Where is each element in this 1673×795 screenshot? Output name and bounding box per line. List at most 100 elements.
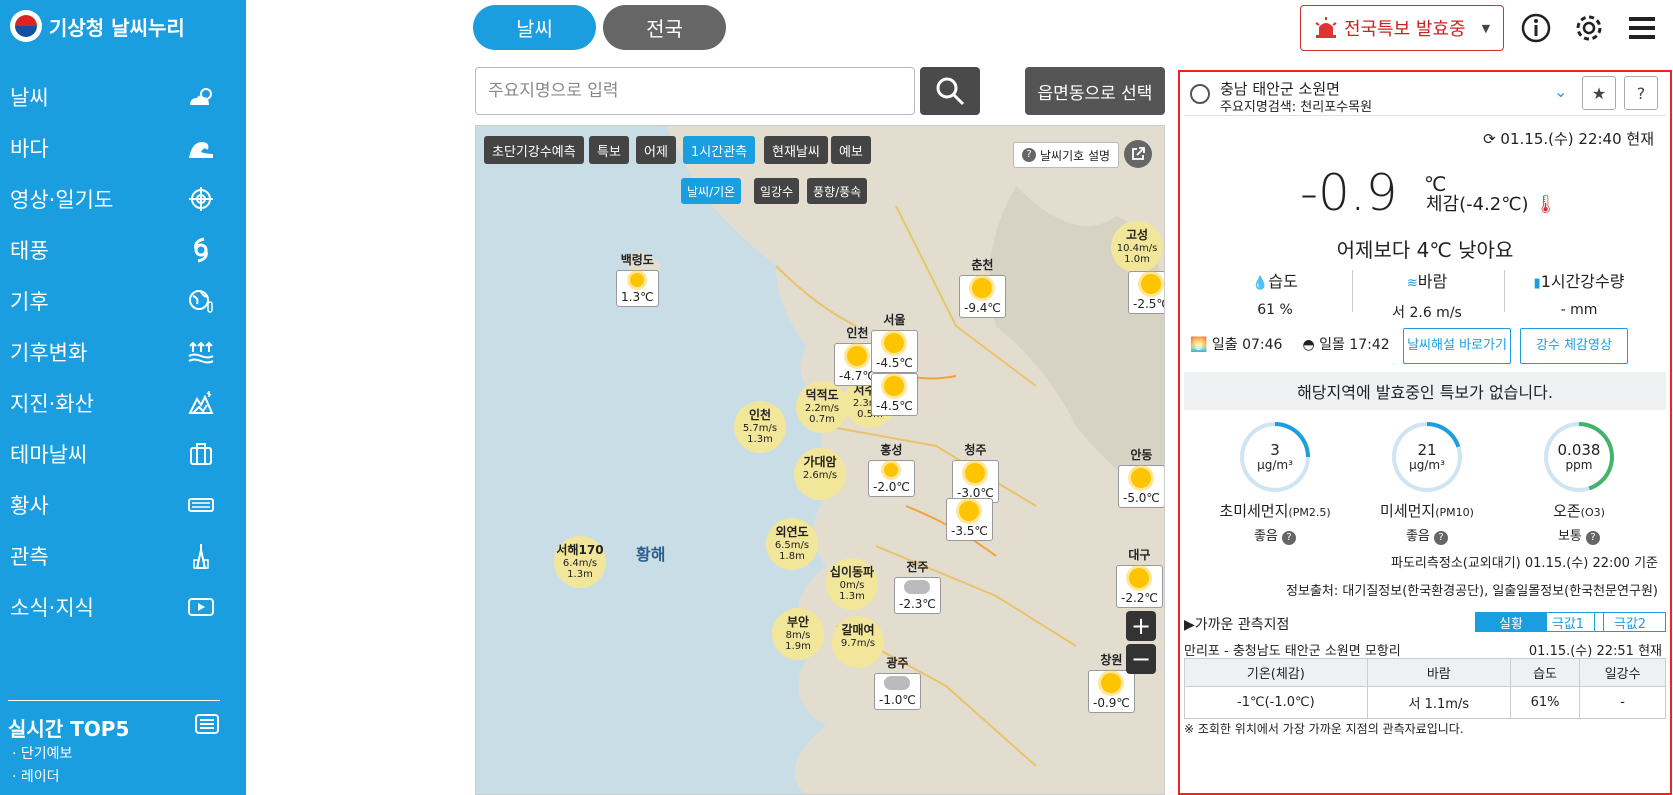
list-icon — [194, 713, 220, 742]
question-icon[interactable]: ? — [1434, 531, 1449, 545]
dust-icon — [186, 492, 216, 518]
favorite-button[interactable]: ★ — [1582, 76, 1616, 110]
buoy-marker[interactable]: 가대암 2.6m/s — [794, 448, 846, 500]
question-icon[interactable]: ? — [1586, 531, 1601, 545]
buoy-marker[interactable]: 덕적도 2.2m/s 0.7m — [796, 381, 848, 433]
nav-earthquake[interactable]: 지진·화산 — [0, 383, 246, 423]
question-icon: ? — [1636, 83, 1646, 103]
tab-weather[interactable]: 날씨 — [473, 5, 596, 50]
buoy-wave: 1.3m — [567, 569, 593, 581]
zoom-out-button[interactable]: − — [1126, 644, 1156, 674]
search-button[interactable] — [920, 67, 980, 115]
station-marker[interactable]: -4.5℃ — [871, 371, 918, 416]
nav-yellow-dust[interactable]: 황사 — [0, 485, 246, 525]
top5-link-radar[interactable]: · 레이더 — [12, 766, 60, 786]
settings-button[interactable] — [1571, 10, 1607, 46]
air-ozone[interactable]: 0.038 ppm 오존(O3) 보통 ? — [1504, 422, 1654, 545]
kma-emblem-icon — [10, 10, 42, 42]
national-warning-button[interactable]: 전국특보 발효중 ▼ — [1300, 5, 1504, 51]
station-temp: -2.0℃ — [873, 480, 910, 494]
tab-nation[interactable]: 전국 — [603, 5, 726, 50]
location-subtitle: 주요지명검색: 천리포수목원 — [1220, 100, 1373, 115]
menu-button[interactable] — [1624, 10, 1660, 46]
weather-map[interactable]: 초단기강수예측 특보 어제 1시간관측 현재날씨 예보 날씨/기온 일강수 풍향… — [475, 125, 1165, 795]
station-marker[interactable]: -2.5℃ — [1128, 269, 1164, 314]
buoy-wave: 1.9m — [785, 641, 811, 653]
nav-label: 날씨 — [10, 86, 49, 110]
sun-icon — [847, 346, 868, 366]
map-tab-current[interactable]: 현재날씨 — [764, 136, 828, 164]
site-title: 기상청 날씨누리 — [49, 15, 185, 40]
nav-satellite[interactable]: 영상·일기도 — [0, 179, 246, 219]
air-pm10[interactable]: 21 μg/m³ 미세먼지(PM10) 좋음 ? — [1352, 422, 1502, 545]
nav-climate-change[interactable]: 기후변화 — [0, 332, 246, 372]
wind-metric: ≋바람 서 2.6 m/s — [1352, 268, 1502, 322]
search-input[interactable] — [475, 67, 915, 115]
buoy-marker[interactable]: 외연도 6.5m/s 1.8m — [766, 518, 818, 570]
nav-observation[interactable]: 관측 — [0, 536, 246, 576]
sun-icon — [1101, 673, 1122, 693]
tab-extreme2[interactable]: 극값2 — [1594, 612, 1666, 632]
external-link-icon — [1132, 147, 1145, 160]
weather-symbol-legend-button[interactable]: ? 날씨기호 설명 — [1013, 142, 1120, 168]
station-marker[interactable]: 전주 -2.3℃ — [894, 558, 941, 614]
ozone-name: 오존 — [1553, 502, 1581, 520]
tower-icon — [186, 543, 216, 569]
chevron-down-icon[interactable]: ⌄ — [1554, 82, 1567, 101]
station-marker[interactable]: 백령도 1.3℃ — [616, 251, 659, 307]
star-icon: ★ — [1591, 83, 1607, 103]
question-icon[interactable]: ? — [1282, 531, 1297, 545]
nav-typhoon[interactable]: 태풍 — [0, 230, 246, 270]
map-tab-nowcast[interactable]: 초단기강수예측 — [484, 136, 584, 164]
buoy-marker[interactable]: 십이동파 0m/s 1.3m — [826, 558, 878, 610]
station-marker[interactable]: 안동 -5.0℃ — [1118, 446, 1164, 508]
station-marker[interactable]: 홍성 -2.0℃ — [868, 441, 915, 497]
table-cell: - — [1579, 686, 1666, 719]
nav-sea[interactable]: 바다 — [0, 128, 246, 168]
air-pm25[interactable]: 3 μg/m³ 초미세먼지(PM2.5) 좋음 ? — [1200, 422, 1350, 545]
buoy-marker[interactable]: 서해170 6.4m/s 1.3m — [554, 536, 606, 588]
emd-select-button[interactable]: 읍면동으로 선택 — [1025, 67, 1165, 115]
nav-theme-weather[interactable]: 테마날씨 — [0, 434, 246, 474]
buoy-marker[interactable]: 인천 5.7m/s 1.3m — [734, 401, 786, 453]
buoy-name: 갈매여 — [841, 623, 875, 637]
map-tab-1hour-obs[interactable]: 1시간관측 — [683, 136, 756, 164]
map-subtab-weather-temp[interactable]: 날씨/기온 — [681, 178, 742, 204]
map-subtab-daily-rain[interactable]: 일강수 — [754, 178, 800, 204]
rain-value: - mm — [1560, 302, 1598, 318]
nav-news[interactable]: 소식·지식 — [0, 587, 246, 627]
top5-link-forecast[interactable]: · 단기예보 — [12, 743, 72, 763]
site-logo[interactable]: 기상청 날씨누리 — [10, 10, 185, 42]
nav-weather[interactable]: 날씨 — [0, 77, 246, 117]
location-target-icon[interactable] — [1190, 84, 1210, 104]
station-marker[interactable]: -3.5℃ — [946, 496, 993, 541]
cloud-icon — [884, 676, 911, 690]
top5-title[interactable]: 실시간 TOP5 — [8, 700, 220, 742]
map-tab-yesterday[interactable]: 어제 — [636, 136, 676, 164]
nav-climate[interactable]: 기후 — [0, 281, 246, 321]
station-marker[interactable]: 대구 -2.2℃ — [1116, 546, 1163, 608]
humidity-metric: 💧습도 61 % — [1200, 268, 1350, 318]
zoom-in-button[interactable]: + — [1126, 611, 1156, 641]
station-marker[interactable]: 서울 -4.5℃ — [871, 311, 918, 373]
map-tab-forecast[interactable]: 예보 — [831, 136, 871, 164]
pm25-gauge: 3 μg/m³ — [1240, 422, 1310, 492]
gear-icon — [1576, 15, 1602, 41]
weather-commentary-link[interactable]: 날씨해설 바로가기 — [1403, 328, 1511, 364]
station-marker[interactable]: 춘천 -9.4℃ — [959, 256, 1006, 318]
pm25-value: 3 — [1270, 440, 1280, 459]
refresh-icon[interactable]: ⟳ — [1483, 130, 1496, 148]
info-button[interactable] — [1518, 10, 1554, 46]
video-icon — [186, 594, 216, 620]
buoy-marker[interactable]: 부안 8m/s 1.9m — [772, 608, 824, 660]
rain-video-link[interactable]: 강수 체감영상 — [1520, 328, 1628, 364]
station-marker[interactable]: 청주 -3.0℃ — [952, 441, 999, 503]
external-link-button[interactable] — [1124, 140, 1152, 168]
map-tab-warning[interactable]: 특보 — [589, 136, 629, 164]
map-subtab-wind[interactable]: 풍향/풍속 — [807, 178, 868, 204]
buoy-marker[interactable]: 고성 10.4m/s 1.0m — [1111, 221, 1163, 273]
observation-time: ⟳ 01.15.(수) 22:40 현재 — [1483, 128, 1654, 149]
station-marker[interactable]: 광주 -1.0℃ — [874, 654, 921, 710]
ozone-value: 0.038 — [1557, 440, 1601, 459]
help-button[interactable]: ? — [1624, 76, 1658, 110]
